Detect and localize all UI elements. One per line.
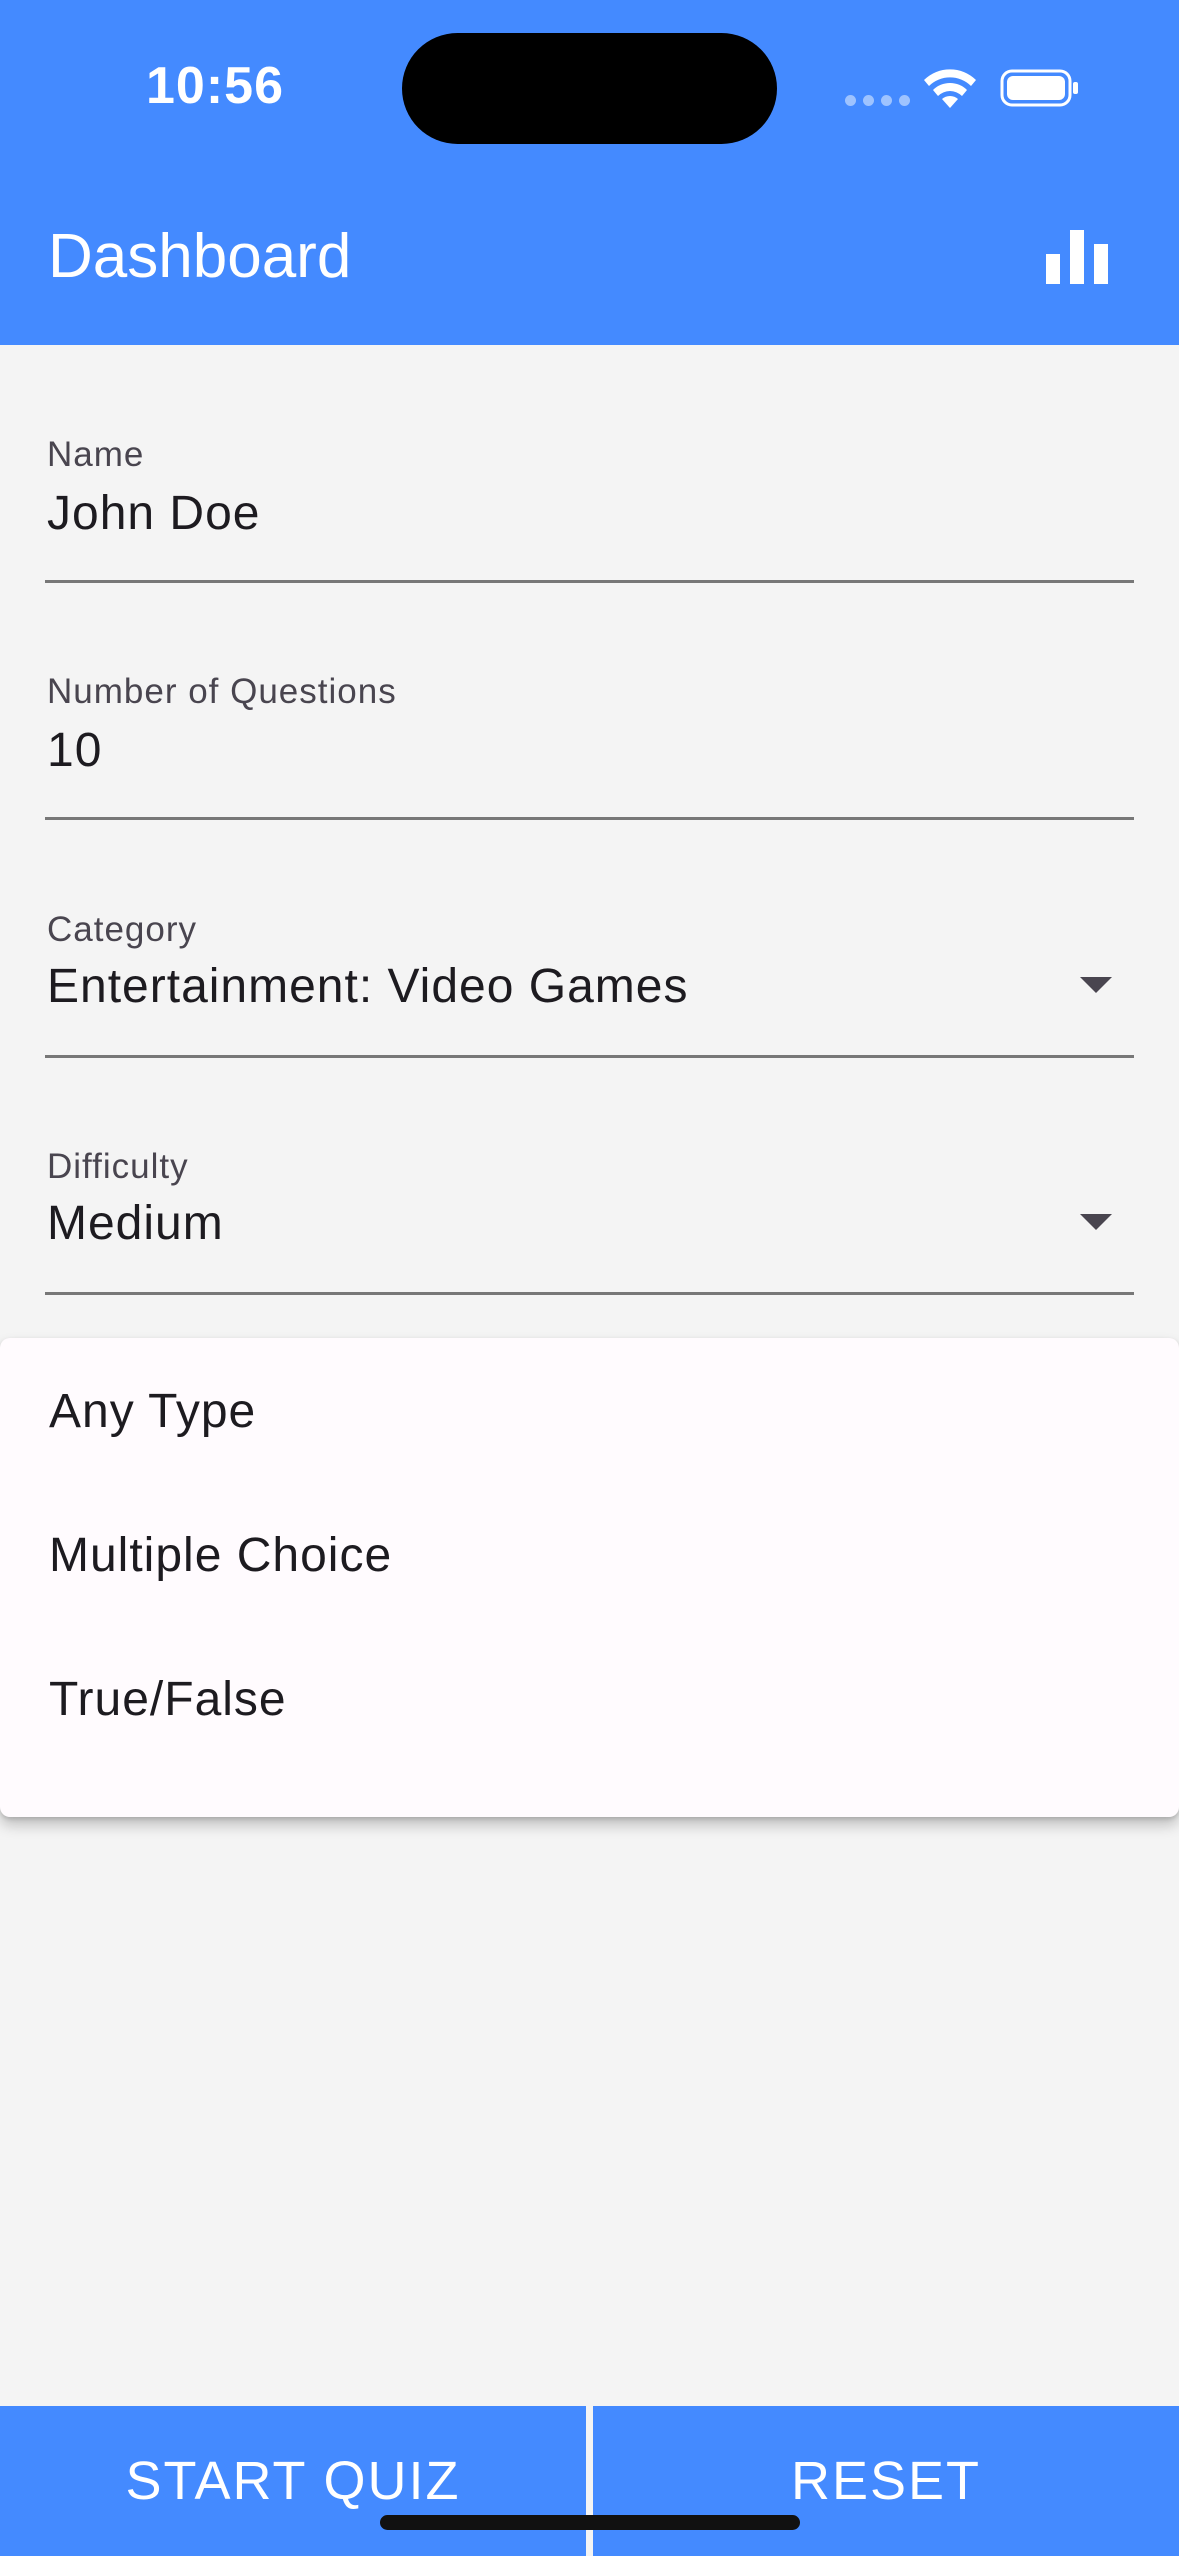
menu-item-multiple-choice[interactable]: Multiple Choice: [0, 1482, 1179, 1626]
cellular-signal-icon: [845, 95, 910, 106]
name-field[interactable]: Name John Doe: [45, 420, 1134, 583]
chevron-down-icon: [1080, 977, 1112, 993]
dynamic-island: [402, 33, 777, 144]
category-dropdown-label: Category: [47, 910, 198, 949]
status-time: 10:56: [146, 57, 284, 115]
name-field-value: John Doe: [47, 487, 261, 540]
num-questions-field-label: Number of Questions: [47, 672, 397, 711]
start-quiz-button[interactable]: START QUIZ: [0, 2406, 586, 2556]
chevron-down-icon: [1080, 1214, 1112, 1230]
difficulty-dropdown-label: Difficulty: [47, 1147, 189, 1186]
menu-item-any-type[interactable]: Any Type: [0, 1338, 1179, 1482]
name-field-label: Name: [47, 435, 145, 474]
category-dropdown[interactable]: Category Entertainment: Video Games: [45, 895, 1134, 1058]
menu-item-true-false[interactable]: True/False: [0, 1626, 1179, 1770]
menu-item-label: True/False: [49, 1673, 287, 1726]
page-title: Dashboard: [48, 222, 352, 291]
app-bar: 10:56 Dashboard: [0, 0, 1179, 345]
num-questions-field-value: 10: [47, 724, 103, 777]
difficulty-dropdown[interactable]: Difficulty Medium: [45, 1132, 1134, 1295]
bar-chart-icon[interactable]: [1040, 224, 1114, 290]
difficulty-dropdown-value: Medium: [47, 1197, 224, 1250]
type-dropdown-menu: Any Type Multiple Choice True/False: [0, 1338, 1179, 1817]
home-indicator[interactable]: [380, 2515, 800, 2530]
category-dropdown-value: Entertainment: Video Games: [47, 960, 689, 1013]
menu-item-label: Any Type: [49, 1385, 257, 1438]
wifi-icon: [924, 69, 976, 108]
reset-button[interactable]: RESET: [593, 2406, 1179, 2556]
menu-item-label: Multiple Choice: [49, 1529, 393, 1582]
num-questions-field[interactable]: Number of Questions 10: [45, 657, 1134, 820]
battery-icon: [1000, 69, 1078, 107]
